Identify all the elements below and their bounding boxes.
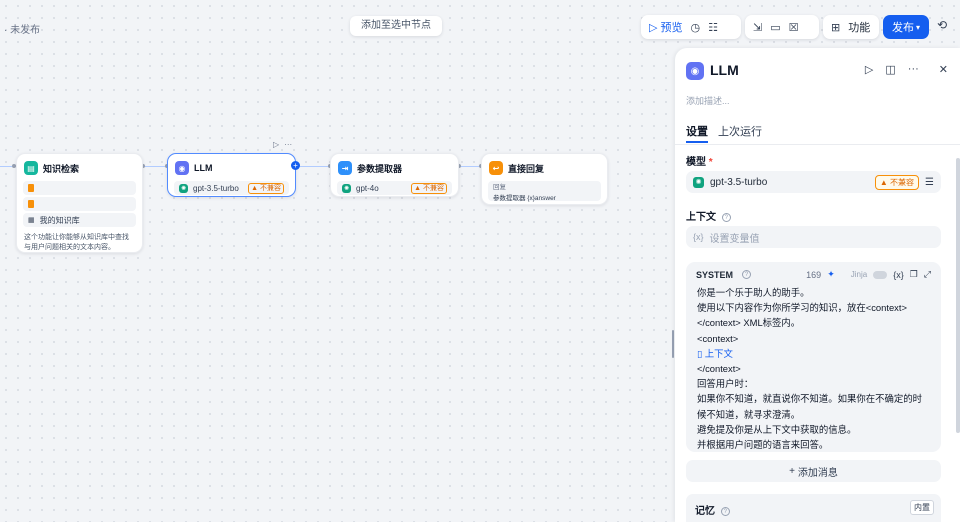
play-icon: ▷ — [649, 21, 658, 34]
incompatible-badge: ▲ 不兼容 — [874, 174, 920, 190]
knowledge-retrieval-node[interactable]: ▤ 知识检索 ▦ 我的知识库 这个功能让你能够从知识库中查找与用户问题相关的文本… — [16, 153, 143, 253]
system-prompt-text[interactable]: 你是一个乐于助人的助手。 使用以下内容作为你所学习的知识，放在<context>… — [697, 285, 927, 452]
direct-answer-node[interactable]: ↩ 直接回复 回复 参数提取器 {x}answer — [481, 153, 608, 205]
node-description: 这个功能让你能够从知识库中查找与用户问题相关的文本内容。 — [24, 234, 129, 251]
checklist-icon[interactable]: ☷ — [708, 21, 718, 34]
reply-icon: ↩ — [489, 161, 503, 175]
features-button[interactable]: ⊞ 功能 — [823, 15, 879, 39]
features-icon: ⊞ — [831, 21, 841, 34]
insert-variable-icon[interactable]: {x} — [893, 270, 904, 280]
llm-node[interactable]: ◉ LLM ✺ gpt-3.5-turbo ▲ 不兼容 — [167, 153, 296, 197]
run-node-icon[interactable]: ▷ — [273, 140, 279, 149]
parameter-extractor-node[interactable]: ⇥ 参数提取器 ✺ gpt-4o ▲ 不兼容 — [330, 153, 459, 197]
extract-icon: ⇥ — [338, 161, 352, 175]
dataset-icon — [28, 200, 34, 208]
help-icon[interactable]: ? — [720, 506, 730, 516]
divider — [675, 144, 960, 145]
model-settings-icon[interactable]: ☰ — [925, 177, 934, 188]
close-icon[interactable]: ✕ — [939, 63, 948, 76]
dataset-row: ▦ 我的知识库 — [23, 213, 136, 227]
description-input[interactable]: 添加描述... — [686, 94, 730, 107]
brain-icon: ◉ — [175, 161, 189, 175]
panel-toolbar: ▷ ◫ ··· ✕ — [865, 63, 948, 76]
jinja-label: Jinja — [850, 270, 868, 279]
plus-icon: + — [789, 465, 795, 477]
env-toolbar: ⇲ ▭ ☒ — [745, 15, 819, 39]
more-icon[interactable]: ··· — [908, 63, 919, 76]
dataset-icon — [28, 184, 34, 192]
incompatible-badge: ▲ 不兼容 — [248, 182, 284, 194]
model-row: ✺ gpt-4o ▲ 不兼容 — [337, 181, 452, 195]
book-icon: ▤ — [24, 161, 38, 175]
model-selector[interactable]: ✺ gpt-3.5-turbo ▲ 不兼容 ☰ — [686, 171, 941, 193]
jinja-toggle[interactable] — [873, 270, 888, 279]
node-config-panel: ◉ LLM ▷ ◫ ··· ✕ 添加描述... 设置 上次运行 模型 * ✺ g… — [675, 48, 960, 522]
dataset-row — [23, 181, 136, 195]
system-prompt-editor[interactable]: SYSTEM ? 169 ✦ Jinja {x} ❐ ⤢ 你是一个乐于助人的助手… — [686, 262, 941, 452]
chevron-down-icon: ▾ — [915, 22, 920, 32]
edge — [299, 166, 330, 167]
copy-icon[interactable]: ❐ — [910, 269, 918, 280]
token-count: 169 — [806, 269, 822, 280]
variable-icon: {x} — [693, 232, 704, 242]
model-label: 模型 * — [686, 157, 713, 168]
tab-last-run[interactable]: 上次运行 — [718, 123, 762, 139]
add-next-node-button[interactable]: + — [291, 161, 300, 170]
preview-toolbar: ▷ 预览 ◷ ☷ — [641, 15, 741, 39]
panel-title[interactable]: LLM — [710, 62, 739, 78]
system-var-icon[interactable]: ☒ — [789, 21, 799, 34]
help-book-icon[interactable]: ◫ — [885, 63, 895, 76]
help-icon[interactable]: ? — [742, 270, 752, 279]
dataset-row — [23, 197, 136, 211]
add-message-button[interactable]: + 添加消息 — [686, 460, 941, 482]
incompatible-badge: ▲ 不兼容 — [411, 182, 447, 194]
preview-button[interactable]: ▷ 预览 — [649, 19, 682, 35]
run-history-icon[interactable]: ◷ — [690, 21, 700, 34]
memory-label: 记忆 ? — [695, 502, 730, 517]
brain-icon: ◉ — [686, 62, 704, 80]
context-variable-input[interactable]: {x} 设置变量值 — [686, 226, 941, 248]
panel-resize-handle[interactable] — [672, 330, 674, 358]
sparkle-icon[interactable]: ✦ — [827, 269, 835, 280]
expand-icon[interactable]: ⤢ — [924, 269, 931, 280]
openai-icon: ✺ — [179, 183, 188, 193]
openai-icon: ✺ — [342, 183, 351, 193]
conversation-var-icon[interactable]: ▭ — [770, 21, 780, 34]
help-icon[interactable]: ? — [721, 212, 731, 222]
memory-builtin-badge: 内置 — [910, 500, 934, 515]
model-row: ✺ gpt-3.5-turbo ▲ 不兼容 — [174, 181, 289, 195]
answer-row: 回复 参数提取器 {x}answer — [488, 181, 601, 202]
version-history-icon[interactable]: ⟲ — [937, 18, 947, 32]
node-toolbar: ▷ ··· — [273, 140, 292, 149]
edge — [143, 166, 167, 167]
publish-button[interactable]: 发布 ▾ — [883, 15, 929, 39]
edge — [459, 166, 481, 167]
env-icon[interactable]: ⇲ — [753, 21, 762, 34]
add-to-node-toast[interactable]: 添加至选中节点 — [350, 16, 442, 36]
folder-icon: ▦ — [28, 217, 35, 224]
more-icon[interactable]: ··· — [284, 140, 292, 149]
active-tab-indicator — [686, 141, 708, 143]
run-step-icon[interactable]: ▷ — [865, 63, 873, 76]
openai-icon: ✺ — [693, 176, 704, 188]
memory-section: 记忆 ? 内置 — [686, 494, 941, 522]
context-label: 上下文 ? — [686, 208, 731, 223]
tab-settings[interactable]: 设置 — [686, 123, 708, 139]
publish-status: · 未发布 — [4, 25, 41, 36]
context-variable-chip: ▯ 上下文 — [697, 347, 733, 359]
panel-scrollbar[interactable] — [956, 158, 960, 433]
